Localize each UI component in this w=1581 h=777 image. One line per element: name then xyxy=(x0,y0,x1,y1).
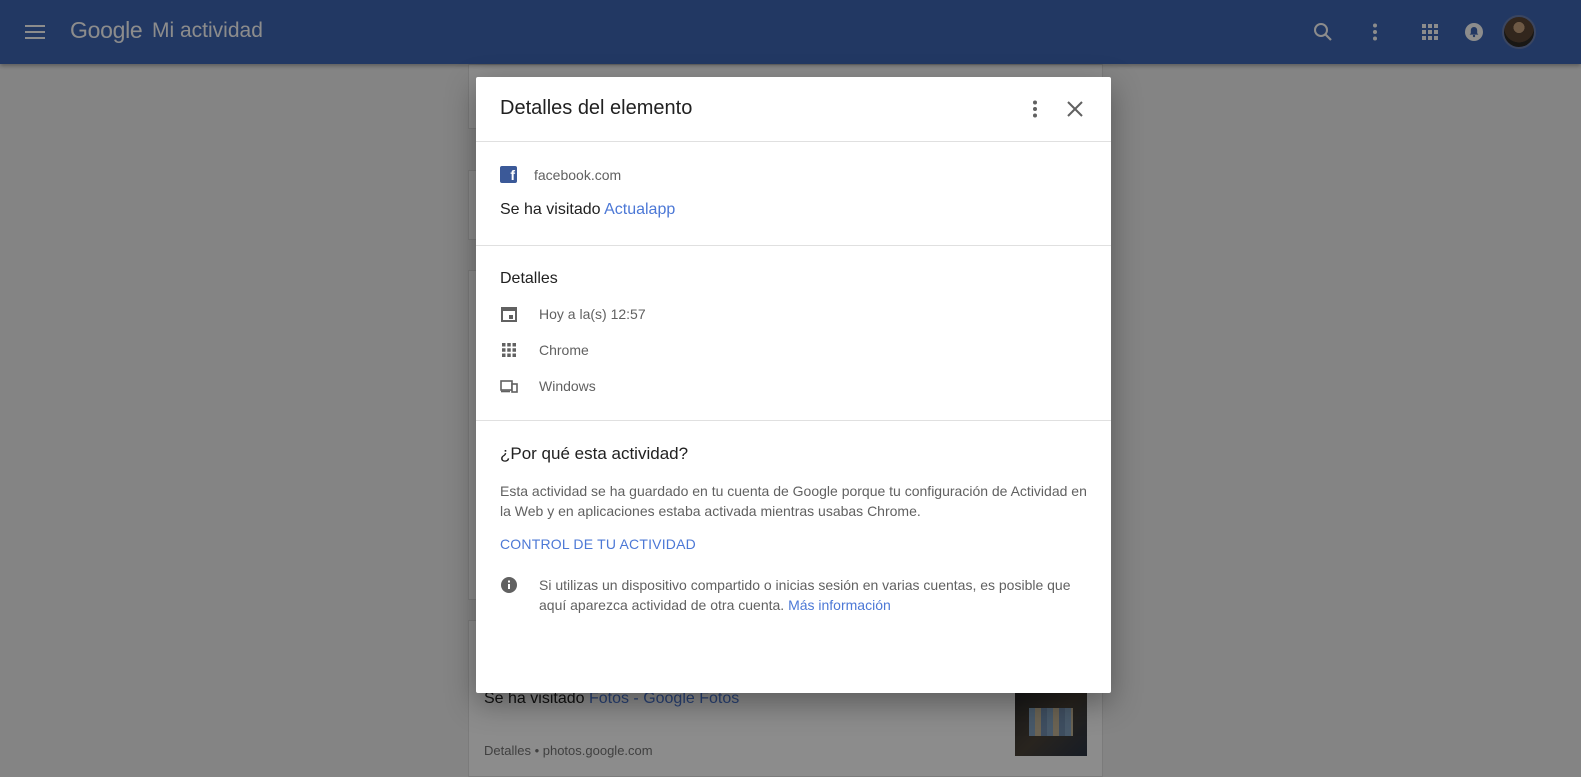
visited-link[interactable]: Actualapp xyxy=(604,201,675,218)
facebook-icon: f xyxy=(500,166,517,183)
divider xyxy=(476,420,1111,421)
more-info-link[interactable]: Más información xyxy=(788,597,891,613)
divider xyxy=(476,141,1111,142)
close-icon[interactable] xyxy=(1063,97,1087,121)
detail-date: Hoy a la(s) 12:57 xyxy=(539,306,646,322)
activity-controls-link[interactable]: CONTROL DE TU ACTIVIDAD xyxy=(500,536,696,552)
devices-icon xyxy=(500,377,518,395)
why-heading: ¿Por qué esta actividad? xyxy=(500,444,689,463)
info-icon xyxy=(500,576,518,594)
why-description: Esta actividad se ha guardado en tu cuen… xyxy=(500,483,1087,519)
divider xyxy=(476,245,1111,246)
details-heading: Detalles xyxy=(500,270,558,287)
visited-line: Se ha visitado Actualapp xyxy=(500,201,676,218)
calendar-icon xyxy=(500,305,518,323)
shared-device-note: Si utilizas un dispositivo compartido o … xyxy=(539,577,1071,613)
site-name: facebook.com xyxy=(534,167,622,183)
more-options-icon[interactable] xyxy=(1023,97,1047,121)
item-details-dialog: Detalles del elemento f facebook.com Se … xyxy=(476,77,1111,693)
dialog-title: Detalles del elemento xyxy=(500,97,693,119)
detail-app: Chrome xyxy=(539,342,589,358)
detail-device: Windows xyxy=(539,378,596,394)
apps-icon xyxy=(500,341,518,359)
